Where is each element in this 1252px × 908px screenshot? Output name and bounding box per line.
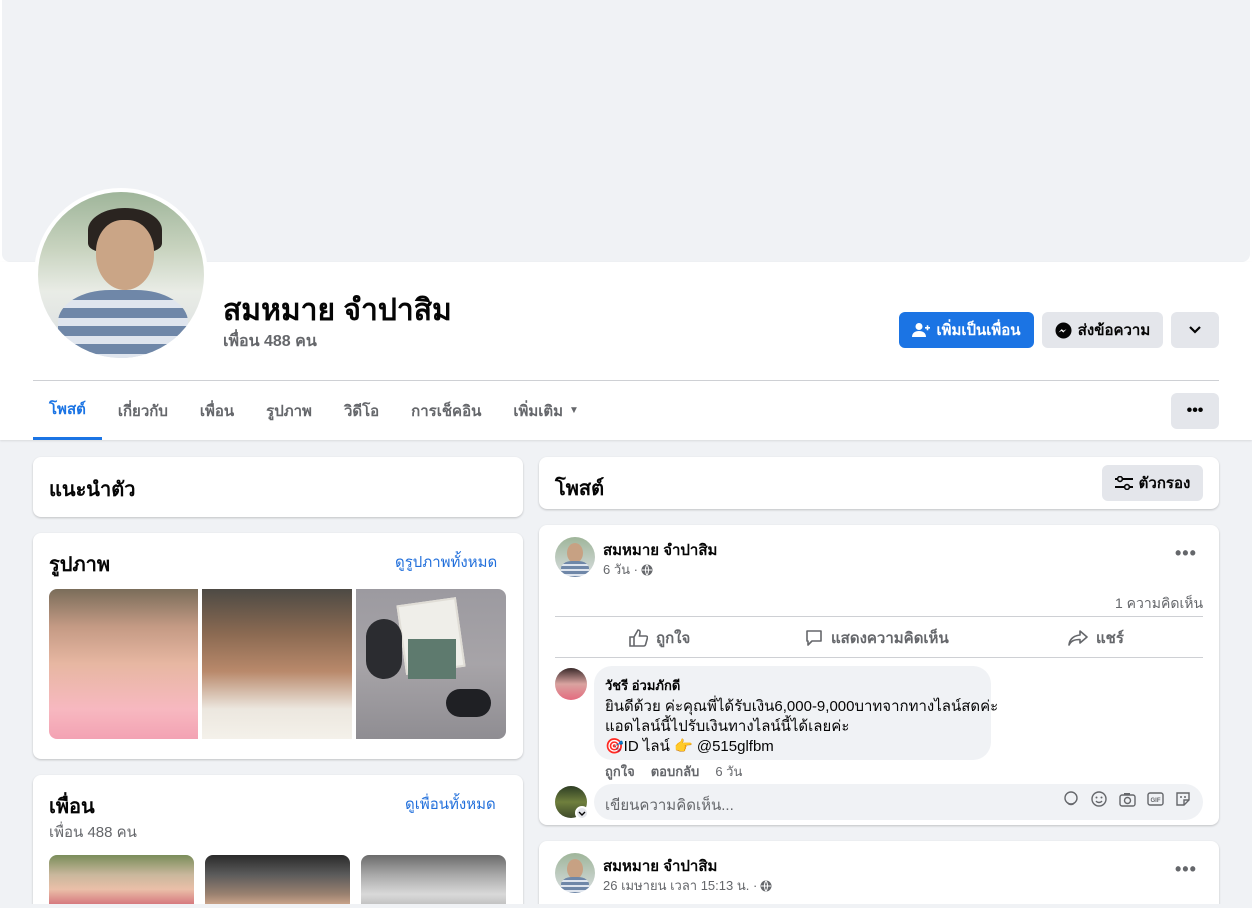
add-friend-button[interactable]: เพิ่มเป็นเพื่อน	[899, 312, 1034, 348]
comment-bubble-icon	[806, 630, 822, 646]
comment-input-placeholder: เขียนความคิดเห็น...	[605, 797, 734, 814]
post-time: 26 เมษายน เวลา 15:13 น. ·	[603, 878, 758, 893]
tabs-more-button[interactable]: •••	[1171, 393, 1219, 429]
globe-icon	[760, 880, 772, 891]
share-arrow-icon	[1068, 630, 1088, 646]
filter-label: ตัวกรอง	[1138, 475, 1191, 492]
photos-title: รูปภาพ	[49, 554, 111, 576]
tab-friends[interactable]: เพื่อน	[184, 381, 250, 440]
photo-thumbnail[interactable]	[202, 589, 352, 739]
messenger-icon	[1055, 322, 1072, 338]
profile-tabs: โพสต์ เกี่ยวกับ เพื่อน รูปภาพ วิดีโอ การ…	[33, 381, 595, 440]
comment-reply-link[interactable]: ตอบกลับ	[651, 761, 700, 782]
like-button[interactable]: ถูกใจ	[629, 628, 690, 648]
post-time: 6 วัน ·	[603, 562, 638, 577]
svg-text:GIF: GIF	[1150, 798, 1160, 804]
intro-title: แนะนำตัว	[49, 479, 136, 501]
comment-button[interactable]: แสดงความคิดเห็น	[805, 628, 949, 648]
caret-down-icon: ▼	[569, 405, 579, 416]
page-bottom-edge	[0, 904, 1252, 908]
emoji-icon[interactable]	[1090, 790, 1108, 808]
profile-avatar[interactable]	[34, 188, 208, 362]
friends-title: เพื่อน	[49, 796, 95, 818]
comment-actions: ถูกใจ ตอบกลับ 6 วัน	[605, 761, 742, 782]
add-friend-label: เพิ่มเป็นเพื่อน	[936, 322, 1021, 339]
globe-icon	[641, 564, 653, 575]
tab-about[interactable]: เกี่ยวกับ	[102, 381, 184, 440]
photo-thumbnail[interactable]	[49, 589, 198, 739]
comment-like-link[interactable]: ถูกใจ	[605, 761, 635, 782]
avatar-sticker-icon[interactable]	[1062, 790, 1080, 808]
message-button[interactable]: ส่งข้อความ	[1042, 312, 1163, 348]
comment-count-link[interactable]: 1 ความคิดเห็น	[1115, 593, 1203, 615]
gif-icon[interactable]: GIF	[1146, 790, 1164, 808]
see-all-friends-link[interactable]: ดูเพื่อนทั้งหมด	[405, 792, 496, 816]
like-label: ถูกใจ	[656, 630, 691, 647]
post-divider	[555, 616, 1203, 617]
avatar-chevron-icon[interactable]	[575, 806, 589, 820]
comment-text-line: 🎯ID ไลน์ 👉 @515glfbm	[605, 738, 774, 755]
chevron-down-icon	[1189, 326, 1201, 334]
add-friend-icon	[912, 323, 931, 337]
thumbs-up-icon	[629, 629, 648, 647]
sticker-icon[interactable]	[1174, 790, 1192, 808]
posts-title: โพสต์	[555, 478, 605, 500]
post-divider	[555, 657, 1203, 658]
more-profile-options-button[interactable]	[1171, 312, 1219, 348]
filter-icon	[1114, 476, 1133, 490]
post-author-avatar[interactable]	[555, 537, 595, 577]
commenter-avatar[interactable]	[555, 668, 587, 700]
friend-thumbnail[interactable]	[205, 855, 350, 904]
tab-more-label: เพิ่มเติม	[513, 402, 564, 420]
photo-thumbnail[interactable]	[356, 589, 506, 739]
see-all-photos-link[interactable]: ดูรูปภาพทั้งหมด	[395, 550, 497, 574]
tab-posts[interactable]: โพสต์	[33, 381, 102, 440]
comment-author[interactable]: วัชรี อ่วมภักดี	[605, 675, 680, 696]
post-timestamp[interactable]: 26 เมษายน เวลา 15:13 น. ·	[603, 875, 772, 896]
camera-icon[interactable]	[1118, 790, 1136, 808]
post-options-icon[interactable]: •••	[1175, 543, 1197, 564]
share-label: แชร์	[1096, 630, 1124, 647]
tab-more[interactable]: เพิ่มเติม ▼	[497, 381, 595, 440]
post-options-icon[interactable]: •••	[1175, 859, 1197, 880]
message-label: ส่งข้อความ	[1077, 322, 1151, 339]
profile-name: สมหมาย จำปาสิม	[223, 294, 452, 327]
ellipsis-icon: •••	[1186, 402, 1204, 419]
share-button[interactable]: แชร์	[1068, 628, 1124, 648]
comment-tools: GIF	[1062, 790, 1192, 808]
comment-time[interactable]: 6 วัน	[715, 761, 742, 782]
friends-count-label: เพื่อน 488 คน	[49, 824, 137, 841]
friend-thumbnail[interactable]	[49, 855, 194, 904]
profile-picture	[38, 192, 204, 358]
post-author-avatar[interactable]	[555, 853, 595, 893]
tab-checkins[interactable]: การเช็คอิน	[395, 381, 497, 440]
filter-button[interactable]: ตัวกรอง	[1102, 465, 1203, 501]
comment-label: แสดงความคิดเห็น	[831, 630, 949, 647]
tab-photos[interactable]: รูปภาพ	[250, 381, 328, 440]
friend-count-link[interactable]: เพื่อน 488 คน	[223, 329, 317, 354]
friend-thumbnail[interactable]	[361, 855, 506, 904]
post-timestamp[interactable]: 6 วัน ·	[603, 559, 653, 580]
tab-videos[interactable]: วิดีโอ	[328, 381, 395, 440]
